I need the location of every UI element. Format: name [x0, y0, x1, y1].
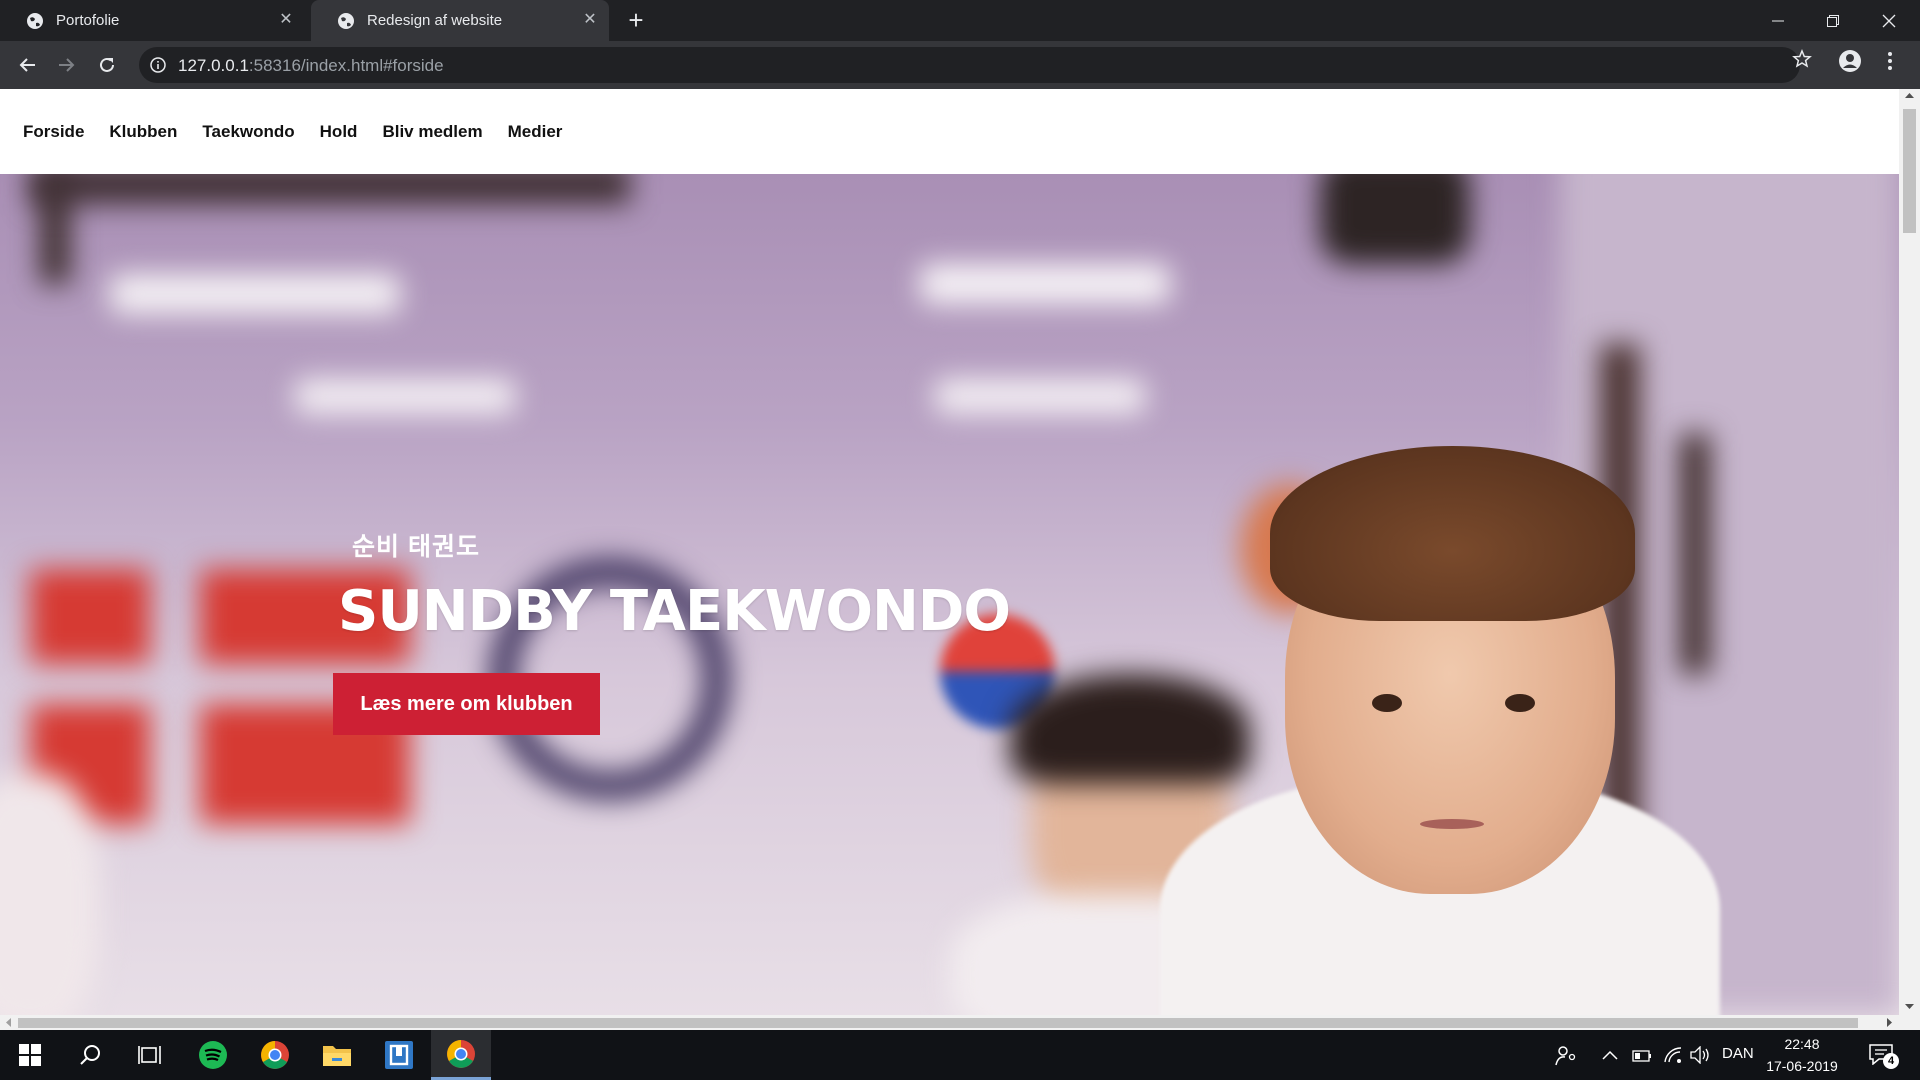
file-explorer-icon[interactable] — [307, 1030, 367, 1080]
people-icon[interactable] — [1555, 1045, 1577, 1067]
clock-time: 22:48 — [1784, 1036, 1820, 1052]
browser-toolbar: 127.0.0.1:58316/index.html#forside — [0, 41, 1920, 89]
language-indicator[interactable]: DAN — [1722, 1045, 1754, 1062]
nav-taekwondo[interactable]: Taekwondo — [202, 122, 294, 142]
scroll-down-icon[interactable] — [1899, 999, 1920, 1013]
url-host: 127.0.0.1 — [178, 56, 249, 75]
clock[interactable]: 22:48 17-06-2019 — [1762, 1033, 1842, 1077]
hero-section: 순비 태권도 SUNDBY TAEKWONDO Læs mere om klub… — [0, 174, 1899, 1015]
scrollbar-thumb[interactable] — [1903, 109, 1916, 233]
restore-icon[interactable] — [1810, 0, 1856, 41]
tab-title: Redesign af website — [367, 12, 503, 29]
minimize-icon[interactable] — [1755, 0, 1801, 41]
address-bar[interactable]: 127.0.0.1:58316/index.html#forside — [139, 47, 1800, 83]
tab-redesign[interactable]: Redesign af website ✕ — [311, 0, 609, 41]
close-icon[interactable] — [1866, 0, 1912, 41]
globe-icon — [338, 12, 354, 29]
windows-start-icon[interactable] — [0, 1030, 60, 1080]
tab-title: Portofolie — [56, 12, 120, 29]
tab-strip: Portofolie ✕ Redesign af website ✕ + — [0, 0, 1920, 41]
chrome-icon[interactable] — [245, 1030, 305, 1080]
forward-icon[interactable] — [51, 49, 83, 81]
read-more-button[interactable]: Læs mere om klubben — [333, 673, 600, 735]
hero-subtitle: 순비 태권도 — [352, 533, 480, 561]
horizontal-scrollbar[interactable] — [0, 1015, 1920, 1030]
globe-icon — [27, 12, 43, 29]
notification-count: 4 — [1883, 1053, 1899, 1069]
site-nav: Forside Klubben Taekwondo Hold Bliv medl… — [0, 89, 1899, 174]
volume-icon[interactable] — [1690, 1046, 1712, 1064]
taskbar: DAN 22:48 17-06-2019 4 — [0, 1030, 1920, 1080]
info-icon[interactable] — [149, 56, 167, 74]
notification-center-icon[interactable]: 4 — [1862, 1030, 1920, 1080]
chevron-up-icon[interactable] — [1602, 1049, 1618, 1061]
tab-close-icon[interactable]: ✕ — [581, 11, 599, 29]
tab-close-icon[interactable]: ✕ — [277, 11, 295, 29]
app-icon[interactable] — [369, 1030, 429, 1080]
chrome-active-icon[interactable] — [431, 1030, 491, 1080]
new-tab-button[interactable]: + — [622, 6, 650, 34]
task-view-icon[interactable] — [120, 1030, 180, 1080]
hero-title: SUNDBY TAEKWONDO — [338, 579, 1011, 644]
vertical-scrollbar[interactable] — [1899, 89, 1920, 1015]
star-icon[interactable] — [1792, 49, 1812, 69]
nav-klubben[interactable]: Klubben — [109, 122, 177, 142]
search-icon[interactable] — [60, 1030, 120, 1080]
nav-bliv-medlem[interactable]: Bliv medlem — [382, 122, 482, 142]
scroll-left-icon[interactable] — [2, 1015, 16, 1030]
nav-medier[interactable]: Medier — [508, 122, 563, 142]
account-icon[interactable] — [1838, 49, 1862, 73]
back-icon[interactable] — [11, 49, 43, 81]
wifi-icon[interactable] — [1663, 1046, 1683, 1064]
clock-date: 17-06-2019 — [1766, 1058, 1838, 1074]
nav-hold[interactable]: Hold — [320, 122, 358, 142]
scroll-up-icon[interactable] — [1899, 89, 1920, 103]
scrollbar-thumb[interactable] — [18, 1018, 1858, 1028]
reload-icon[interactable] — [91, 49, 123, 81]
page-viewport: Forside Klubben Taekwondo Hold Bliv medl… — [0, 89, 1920, 1030]
url-text[interactable]: 127.0.0.1:58316/index.html#forside — [178, 56, 444, 76]
menu-icon[interactable] — [1880, 49, 1900, 73]
tab-portofolie[interactable]: Portofolie ✕ — [0, 0, 305, 41]
spotify-icon[interactable] — [183, 1030, 243, 1080]
nav-forside[interactable]: Forside — [23, 122, 84, 142]
scroll-right-icon[interactable] — [1882, 1015, 1896, 1030]
url-path: :58316/index.html#forside — [248, 56, 444, 75]
battery-icon[interactable] — [1632, 1049, 1652, 1063]
